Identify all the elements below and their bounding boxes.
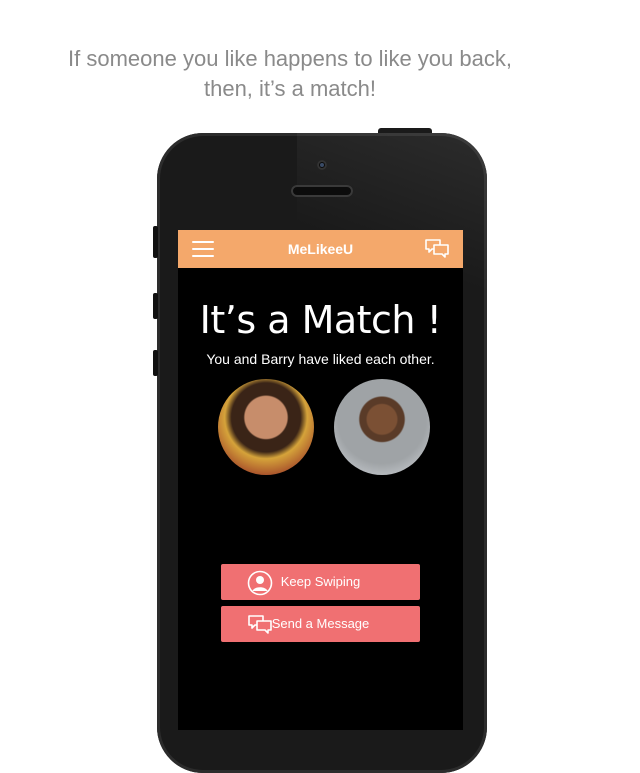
send-message-button[interactable]: Send a Message [221, 606, 420, 642]
earpiece-speaker [291, 185, 353, 197]
phone-mute-switch [153, 226, 158, 258]
user-avatar [218, 379, 314, 475]
front-camera [317, 160, 327, 170]
phone-volume-up [153, 293, 158, 319]
app-title: MeLikeeU [287, 241, 354, 257]
phone-screen: MeLikeeU It’s a Match ! You and Barry ha… [178, 230, 463, 730]
send-message-label: Send a Message [271, 616, 370, 631]
match-title: It’s a Match ! [199, 298, 442, 342]
phone-volume-down [153, 350, 158, 376]
match-subtitle: You and Barry have liked each other. [206, 351, 435, 367]
hamburger-menu-icon[interactable] [192, 241, 214, 257]
chat-bubbles-icon[interactable] [424, 237, 450, 261]
keep-swiping-label: Keep Swiping [280, 574, 361, 589]
app-header: MeLikeeU [178, 230, 463, 268]
caption-line-2: then, it’s a match! [203, 76, 376, 101]
keep-swiping-button[interactable]: Keep Swiping [221, 564, 420, 600]
caption: If someone you like happens to like you … [0, 44, 580, 104]
match-avatar [334, 379, 430, 475]
caption-line-1: If someone you like happens to like you … [68, 46, 512, 71]
